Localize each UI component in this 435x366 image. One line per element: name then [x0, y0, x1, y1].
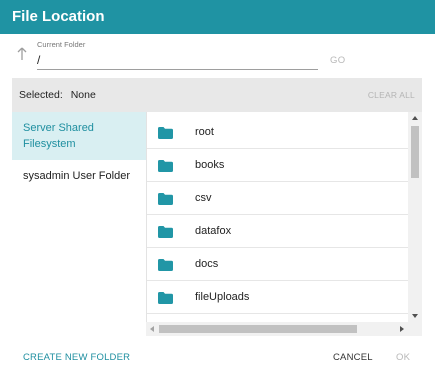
current-folder-input[interactable] — [37, 51, 318, 70]
vertical-scrollbar[interactable] — [408, 112, 422, 322]
list-item[interactable]: docs — [147, 248, 409, 281]
selection-bar: Selected: None CLEAR ALL — [12, 78, 422, 112]
go-button[interactable]: GO — [330, 55, 345, 66]
folder-name: root — [195, 126, 214, 138]
dialog-header: File Location — [0, 0, 435, 34]
ok-button[interactable]: OK — [396, 352, 410, 363]
file-list: root books csv datafox docs fileUploads — [146, 112, 422, 336]
list-item[interactable]: books — [147, 149, 409, 182]
source-item-sysadmin-user[interactable]: sysadmin User Folder — [12, 168, 146, 192]
list-item[interactable]: root — [147, 116, 409, 149]
dialog-title: File Location — [12, 8, 105, 25]
folder-icon — [158, 225, 173, 238]
scroll-down-icon[interactable] — [412, 314, 418, 318]
horizontal-scroll-thumb[interactable] — [159, 325, 357, 333]
source-item-server-shared[interactable]: Server Shared Filesystem — [12, 112, 146, 160]
folder-icon — [158, 291, 173, 304]
scroll-up-icon[interactable] — [412, 116, 418, 120]
folder-name: datafox — [195, 225, 232, 237]
list-item[interactable]: csv — [147, 182, 409, 215]
scroll-right-icon[interactable] — [400, 326, 404, 332]
folder-name: fileUploads — [195, 291, 250, 303]
folder-name: books — [195, 159, 225, 171]
arrow-up-icon[interactable] — [15, 46, 29, 62]
horizontal-scrollbar[interactable] — [146, 322, 422, 336]
create-new-folder-button[interactable]: CREATE NEW FOLDER — [23, 352, 130, 363]
folder-name: docs — [195, 258, 219, 270]
scroll-left-icon[interactable] — [150, 326, 154, 332]
current-folder-bar: Current Folder GO — [0, 34, 435, 76]
folder-icon — [158, 126, 173, 139]
clear-all-button[interactable]: CLEAR ALL — [368, 90, 415, 100]
selection-status: Selected: None — [19, 89, 96, 101]
current-folder-label: Current Folder — [37, 40, 86, 49]
folder-icon — [158, 192, 173, 205]
vertical-scroll-thumb[interactable] — [411, 126, 419, 178]
folder-icon — [158, 159, 173, 172]
cancel-button[interactable]: CANCEL — [333, 352, 373, 363]
selection-label: Selected: — [19, 89, 63, 101]
folder-name: csv — [195, 192, 212, 204]
source-list: Server Shared Filesystem sysadmin User F… — [12, 112, 146, 336]
list-item[interactable]: datafox — [147, 215, 409, 248]
list-item[interactable]: fileUploads — [147, 281, 409, 314]
selection-value: None — [70, 89, 96, 101]
folder-icon — [158, 258, 173, 271]
